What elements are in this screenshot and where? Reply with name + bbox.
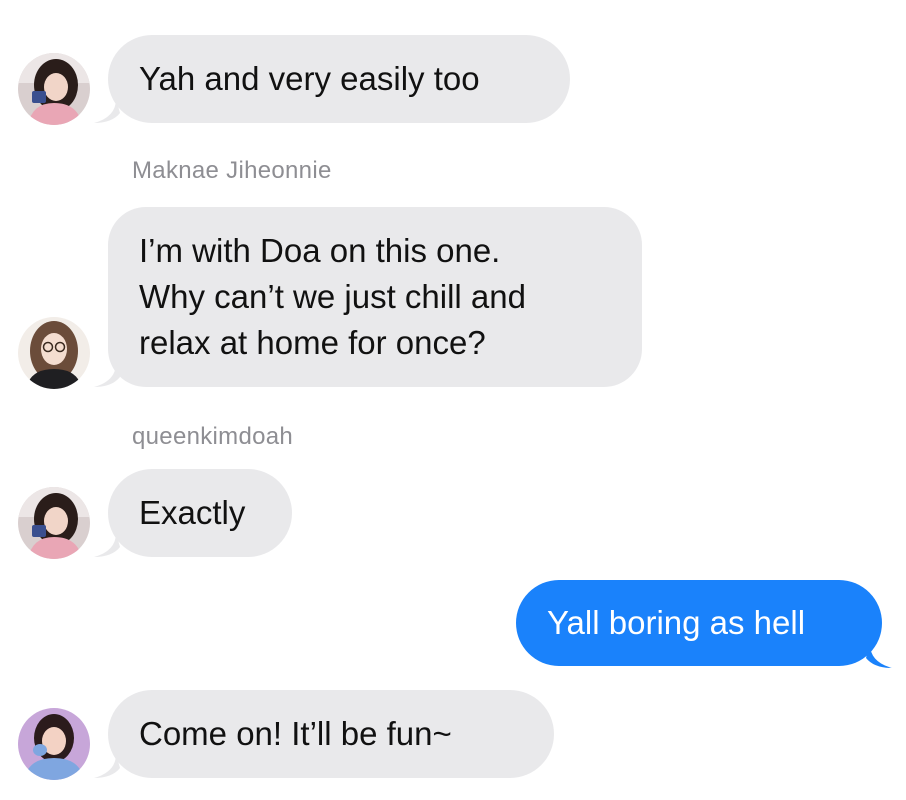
message-line: relax at home for once? — [139, 324, 486, 361]
bubble-tail-icon — [94, 754, 120, 778]
avatar-girl-pink-sweater-icon — [18, 53, 90, 125]
message-bubble[interactable]: Yah and very easily too — [108, 35, 570, 123]
avatar[interactable] — [18, 53, 90, 125]
bubble-tail-icon — [94, 533, 120, 557]
message-text: Come on! It’ll be fun~ — [139, 715, 452, 752]
sender-name: Maknae Jiheonnie — [132, 157, 332, 184]
message-text: Yah and very easily too — [139, 60, 480, 97]
message-bubble[interactable]: I’m with Doa on this one. Why can’t we j… — [108, 207, 642, 387]
avatar-girl-blue-sweater-icon — [18, 708, 90, 780]
message-bubble[interactable]: Come on! It’ll be fun~ — [108, 690, 554, 778]
message-line: Why can’t we just chill and — [139, 278, 526, 315]
avatar-girl-pink-sweater-icon — [18, 487, 90, 559]
bubble-tail-icon — [866, 644, 892, 668]
avatar[interactable] — [18, 317, 90, 389]
message-line: I’m with Doa on this one. — [139, 232, 501, 269]
sender-name: queenkimdoah — [132, 423, 294, 450]
message-text: Yall boring as hell — [547, 604, 806, 641]
message-bubble-outgoing[interactable]: Yall boring as hell — [516, 580, 882, 666]
avatar-girl-glasses-icon — [18, 317, 90, 389]
bubble-tail-icon — [94, 99, 120, 123]
message-text: Exactly — [139, 494, 246, 531]
avatar[interactable] — [18, 708, 90, 780]
bubble-tail-icon — [94, 363, 120, 387]
message-bubble[interactable]: Exactly — [108, 469, 292, 557]
avatar[interactable] — [18, 487, 90, 559]
